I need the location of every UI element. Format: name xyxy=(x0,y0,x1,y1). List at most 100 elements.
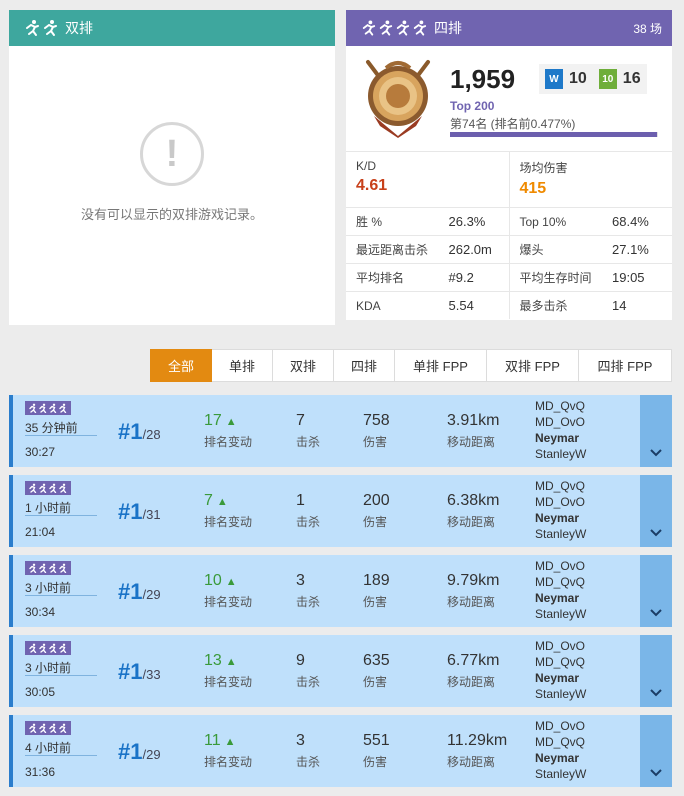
kills-value: 3 xyxy=(296,732,305,749)
match-time: 4 小时前 xyxy=(25,741,72,755)
rank-change-label: 排名变动 xyxy=(204,435,253,449)
wins-count: 10 xyxy=(569,70,587,87)
rank-change-value: 11 xyxy=(204,732,221,749)
kills-label: 击杀 xyxy=(296,675,321,689)
teammate-name[interactable]: StanleyW xyxy=(535,766,586,782)
match-list: 35 分钟前 30:27 #1/28 17 ▲ 排名变动 7 击杀 758 伤害 … xyxy=(9,395,672,795)
damage-label: 伤害 xyxy=(363,515,388,529)
match-time: 1 小时前 xyxy=(25,501,72,515)
teammate-name[interactable]: MD_QvQ xyxy=(535,398,586,414)
tab-solo[interactable]: 单排 xyxy=(212,349,273,382)
match-row[interactable]: 3 小时前 30:05 #1/33 13 ▲ 排名变动 9 击杀 635 伤害 6… xyxy=(9,635,672,707)
teammate-name[interactable]: MD_QvQ xyxy=(535,734,586,750)
tab-duo[interactable]: 双排 xyxy=(273,349,334,382)
teammate-name[interactable]: MD_OvO xyxy=(535,638,586,654)
expand-button[interactable] xyxy=(640,715,672,787)
expand-button[interactable] xyxy=(640,555,672,627)
distance-value: 11.29km xyxy=(447,732,508,749)
stat-value: #9.2 xyxy=(448,270,474,285)
teammate-name[interactable]: MD_QvQ xyxy=(535,574,586,590)
distance-col: 6.77km 移动距离 xyxy=(447,652,499,690)
teammate-name[interactable]: StanleyW xyxy=(535,446,586,462)
teammate-name[interactable]: MD_OvO xyxy=(535,414,586,430)
tab-squad-fpp[interactable]: 四排 FPP xyxy=(579,349,672,382)
distance-value: 6.77km xyxy=(447,652,500,669)
distance-value: 3.91km xyxy=(447,412,500,429)
teammate-name[interactable]: Neymar xyxy=(535,510,586,526)
match-placement: #1/33 xyxy=(118,659,161,685)
rank-badge-icon xyxy=(366,60,430,138)
arrow-up-icon: ▲ xyxy=(216,496,228,508)
distance-value: 9.79km xyxy=(447,572,500,589)
teammate-name[interactable]: MD_OvO xyxy=(535,494,586,510)
rank-change-value: 13 xyxy=(204,652,222,669)
teammate-name[interactable]: MD_OvO xyxy=(535,558,586,574)
tab-all[interactable]: 全部 xyxy=(150,349,212,382)
squad-mode-badge xyxy=(25,481,71,495)
stat-label: KDA xyxy=(356,298,381,313)
teammate-name[interactable]: StanleyW xyxy=(535,526,586,542)
match-duration: 30:27 xyxy=(25,445,56,459)
team-list: MD_QvQ MD_OvO Neymar StanleyW xyxy=(535,398,586,462)
teammate-name[interactable]: Neymar xyxy=(535,430,586,446)
distance-col: 6.38km 移动距离 xyxy=(447,492,499,530)
kills-col: 1 击杀 xyxy=(296,492,320,530)
rank-change-col: 13 ▲ 排名变动 xyxy=(204,652,252,690)
match-row[interactable]: 1 小时前 21:04 #1/31 7 ▲ 排名变动 1 击杀 200 伤害 6.… xyxy=(9,475,672,547)
match-row[interactable]: 3 小时前 30:34 #1/29 10 ▲ 排名变动 3 击杀 189 伤害 9… xyxy=(9,555,672,627)
runner-icon xyxy=(29,643,67,653)
squad-stats: K/D 4.61 场均伤害 415 胜 % 26.3% Top 10% 68.4% … xyxy=(346,151,672,319)
tab-duo-fpp[interactable]: 双排 FPP xyxy=(487,349,579,382)
avg-damage-label: 场均伤害 xyxy=(519,161,568,175)
runner-icon xyxy=(29,403,67,413)
kills-col: 3 击杀 xyxy=(296,732,320,770)
avg-damage-value: 415 xyxy=(519,180,547,197)
stat-value: 19:05 xyxy=(612,270,645,285)
squad-mode-badge xyxy=(25,721,71,735)
teammate-name[interactable]: Neymar xyxy=(535,750,586,766)
runner-icon xyxy=(29,723,67,733)
damage-value: 200 xyxy=(363,492,390,509)
squad-card: 四排 38 场 1,959 W 10 10 16 Top 200 第74名 (排… xyxy=(346,10,672,320)
stat-label: 平均生存时间 xyxy=(519,271,592,285)
teammate-name[interactable]: StanleyW xyxy=(535,686,586,702)
duo-card-title: 双排 xyxy=(65,20,93,36)
rank-change-col: 17 ▲ 排名变动 xyxy=(204,412,252,450)
stat-row: 最远距离击杀 262.0m 爆头 27.1% xyxy=(346,235,672,263)
expand-button[interactable] xyxy=(640,395,672,467)
rank-progress-fill xyxy=(450,132,657,137)
squad-mode-badge xyxy=(25,561,71,575)
teammate-name[interactable]: Neymar xyxy=(535,670,586,686)
distance-label: 移动距离 xyxy=(447,595,496,609)
damage-col: 635 伤害 xyxy=(363,652,390,690)
damage-value: 551 xyxy=(363,732,390,749)
rank-change-value: 17 xyxy=(204,412,222,429)
damage-value: 758 xyxy=(363,412,390,429)
kills-value: 7 xyxy=(296,412,305,429)
distance-col: 3.91km 移动距离 xyxy=(447,412,499,450)
tab-solo-fpp[interactable]: 单排 FPP xyxy=(395,349,487,382)
match-placement: #1/29 xyxy=(118,739,161,765)
match-row[interactable]: 4 小时前 31:36 #1/29 11 ▲ 排名变动 3 击杀 551 伤害 1… xyxy=(9,715,672,787)
expand-button[interactable] xyxy=(640,635,672,707)
teammate-name[interactable]: MD_QvQ xyxy=(535,478,586,494)
rank-change-col: 10 ▲ 排名变动 xyxy=(204,572,252,610)
tab-squad[interactable]: 四排 xyxy=(334,349,395,382)
match-duration: 21:04 xyxy=(25,525,56,539)
expand-button[interactable] xyxy=(640,475,672,547)
distance-label: 移动距离 xyxy=(447,515,496,529)
rank-change-value: 7 xyxy=(204,492,213,509)
squad-card-title: 四排 xyxy=(434,20,462,36)
runner-icon xyxy=(362,20,376,36)
placement-total: /29 xyxy=(142,747,161,762)
teammate-name[interactable]: StanleyW xyxy=(535,606,586,622)
match-duration: 31:36 xyxy=(25,765,56,779)
runner-icon xyxy=(29,563,67,573)
rank-change-col: 11 ▲ 排名变动 xyxy=(204,732,252,770)
match-row[interactable]: 35 分钟前 30:27 #1/28 17 ▲ 排名变动 7 击杀 758 伤害 … xyxy=(9,395,672,467)
teammate-name[interactable]: Neymar xyxy=(535,590,586,606)
teammate-name[interactable]: MD_OvO xyxy=(535,718,586,734)
damage-col: 551 伤害 xyxy=(363,732,390,770)
teammate-name[interactable]: MD_QvQ xyxy=(535,654,586,670)
mode-tabs: 全部 单排 双排 四排 单排 FPP 双排 FPP 四排 FPP xyxy=(150,349,672,382)
